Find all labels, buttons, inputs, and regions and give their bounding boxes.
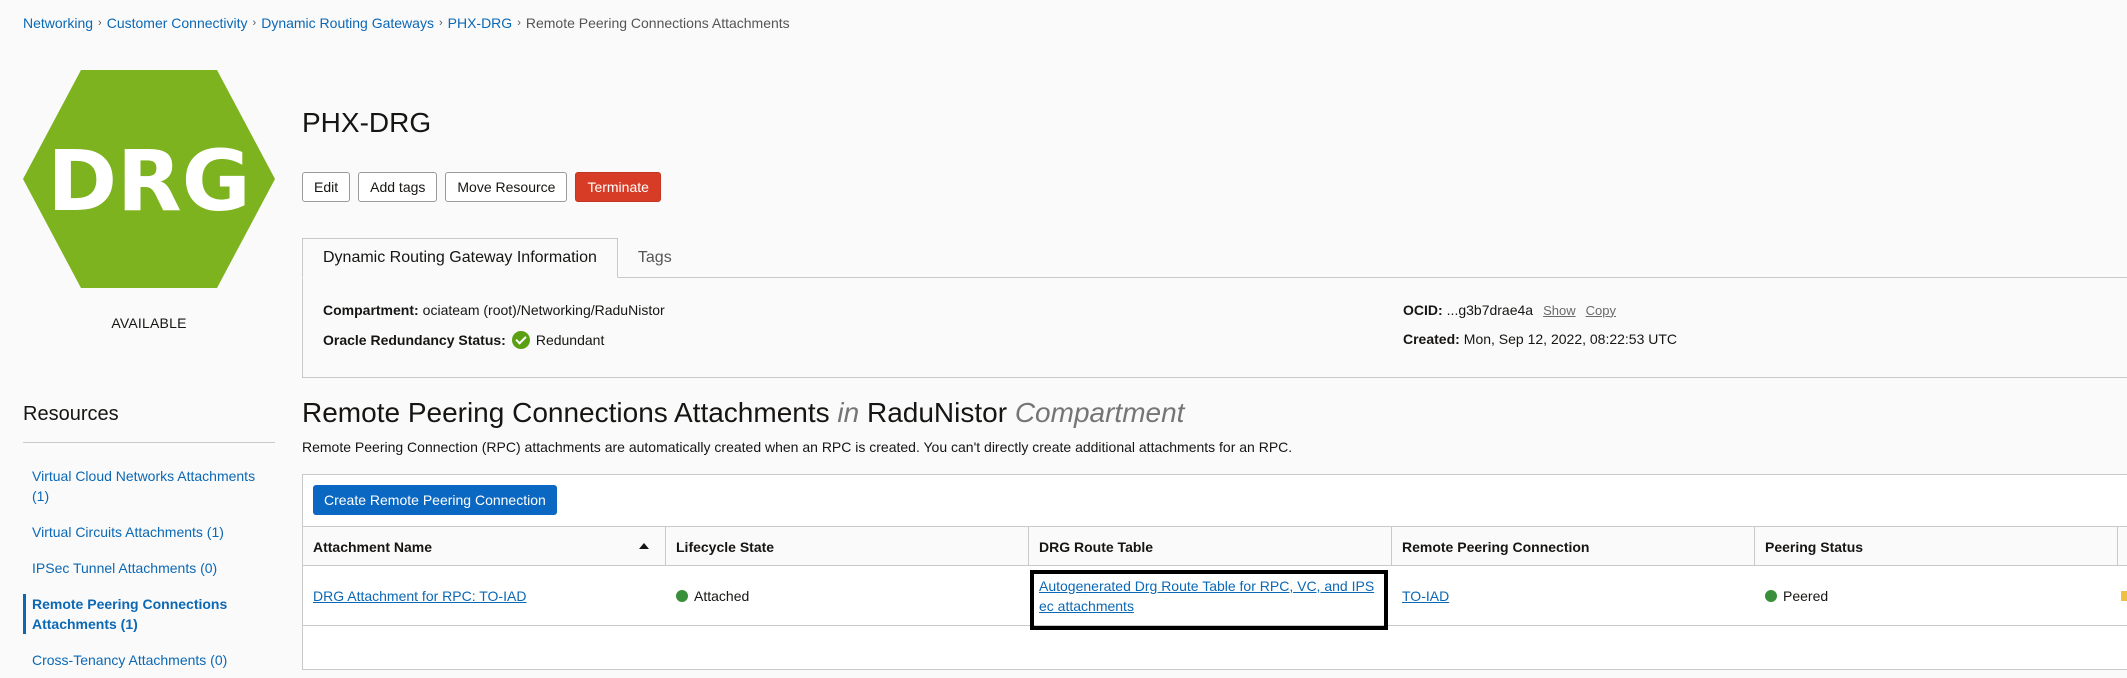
- sort-ascending-icon[interactable]: [639, 543, 649, 549]
- compartment-row: Compartment: ociateam (root)/Networking/…: [323, 302, 665, 318]
- redundancy-value: Redundant: [535, 332, 605, 348]
- breadcrumb-networking[interactable]: Networking: [23, 15, 93, 31]
- edit-button[interactable]: Edit: [302, 172, 351, 202]
- resources-divider: [23, 442, 275, 443]
- highlight-annotation-box: [1030, 570, 1388, 630]
- created-value: Mon, Sep 12, 2022, 08:22:53 UTC: [1463, 331, 1678, 347]
- info-tabs: Dynamic Routing Gateway Information Tags: [302, 238, 692, 278]
- info-panel: Compartment: ociateam (root)/Networking/…: [302, 277, 2127, 378]
- breadcrumb-customer-connectivity[interactable]: Customer Connectivity: [107, 15, 248, 31]
- lifecycle-status: AVAILABLE: [111, 315, 187, 331]
- cell-lifecycle-state: Attached: [666, 566, 1029, 625]
- column-header-label: Attachment Name: [313, 538, 433, 555]
- hexagon-label: DRG: [47, 132, 250, 230]
- sidebar-item-ipsec-attachments[interactable]: IPSec Tunnel Attachments (0): [23, 558, 275, 578]
- row-action-marker: [2121, 591, 2127, 601]
- status-dot-icon: [676, 589, 688, 602]
- add-tags-button[interactable]: Add tags: [358, 172, 438, 202]
- breadcrumb-phx-drg[interactable]: PHX-DRG: [448, 15, 513, 31]
- column-header-attachment-name[interactable]: Attachment Name: [303, 527, 666, 566]
- ocid-value: ...g3b7drae4a: [1446, 302, 1534, 318]
- cell-remote-peering-connection: TO-IAD: [1392, 566, 1755, 625]
- compartment-label: Compartment:: [323, 302, 419, 318]
- redundancy-label: Oracle Redundancy Status:: [323, 332, 506, 348]
- section-title: Remote Peering Connections Attachments i…: [302, 397, 1184, 429]
- created-label: Created:: [1403, 331, 1460, 347]
- section-title-in: in: [837, 397, 860, 428]
- column-header-remote-peering-connection[interactable]: Remote Peering Connection: [1392, 527, 1755, 566]
- peering-status-value: Peered: [1783, 587, 1829, 604]
- column-header-drg-route-table[interactable]: DRG Route Table: [1029, 527, 1392, 566]
- cell-peering-status: Peered: [1755, 566, 2118, 625]
- column-header-peering-status[interactable]: Peering Status: [1755, 527, 2118, 566]
- ocid-row: OCID: ...g3b7drae4a Show Copy: [1403, 302, 1616, 318]
- created-row: Created: Mon, Sep 12, 2022, 08:22:53 UTC: [1403, 331, 1677, 347]
- rpc-link[interactable]: TO-IAD: [1402, 588, 1449, 604]
- move-resource-button[interactable]: Move Resource: [445, 172, 568, 202]
- chevron-right-icon: ›: [438, 17, 443, 29]
- ocid-show-link[interactable]: Show: [1543, 303, 1576, 318]
- section-title-suffix: Compartment: [1014, 397, 1185, 428]
- section-title-compartment: RaduNistor: [866, 397, 1008, 428]
- tab-drg-information[interactable]: Dynamic Routing Gateway Information: [302, 238, 618, 278]
- breadcrumb-dynamic-routing-gateways[interactable]: Dynamic Routing Gateways: [261, 15, 434, 31]
- tab-tags[interactable]: Tags: [618, 238, 692, 278]
- sidebar-item-vcn-attachments[interactable]: Virtual Cloud Networks Attachments (1): [23, 466, 275, 506]
- breadcrumb: Networking › Customer Connectivity › Dyn…: [23, 15, 790, 31]
- checkmark-icon: [511, 331, 530, 349]
- resources-title: Resources: [23, 403, 119, 425]
- sidebar-item-cross-tenancy-attachments[interactable]: Cross-Tenancy Attachments (0): [23, 650, 275, 670]
- compartment-value: ociateam (root)/Networking/RaduNistor: [422, 302, 665, 318]
- sidebar-item-virtual-circuits-attachments[interactable]: Virtual Circuits Attachments (1): [23, 522, 275, 542]
- create-rpc-button[interactable]: Create Remote Peering Connection: [313, 485, 557, 515]
- cell-attachment-name: DRG Attachment for RPC: TO-IAD: [303, 566, 666, 625]
- sidebar-item-rpc-attachments[interactable]: Remote Peering Connections Attachments (…: [23, 594, 275, 634]
- action-buttons: Edit Add tags Move Resource Terminate: [302, 172, 661, 202]
- redundancy-row: Oracle Redundancy Status: Redundant: [323, 331, 604, 349]
- ocid-copy-link[interactable]: Copy: [1586, 303, 1616, 318]
- lifecycle-state-value: Attached: [694, 587, 750, 604]
- column-header-lifecycle-state[interactable]: Lifecycle State: [666, 527, 1029, 566]
- section-description: Remote Peering Connection (RPC) attachme…: [302, 439, 1293, 455]
- page-title: PHX-DRG: [302, 107, 432, 138]
- status-dot-icon: [1765, 589, 1777, 602]
- chevron-right-icon: ›: [252, 17, 257, 29]
- chevron-right-icon: ›: [98, 17, 102, 29]
- terminate-button[interactable]: Terminate: [575, 172, 661, 202]
- breadcrumb-current: Remote Peering Connections Attachments: [525, 15, 790, 31]
- ocid-label: OCID:: [1403, 302, 1443, 318]
- drg-hexagon-icon: DRG: [23, 70, 275, 288]
- section-title-main: Remote Peering Connections Attachments: [302, 397, 830, 428]
- chevron-right-icon: ›: [517, 17, 521, 29]
- table-header: Attachment Name Lifecycle State DRG Rout…: [303, 526, 2127, 566]
- attachment-name-link[interactable]: DRG Attachment for RPC: TO-IAD: [313, 588, 526, 604]
